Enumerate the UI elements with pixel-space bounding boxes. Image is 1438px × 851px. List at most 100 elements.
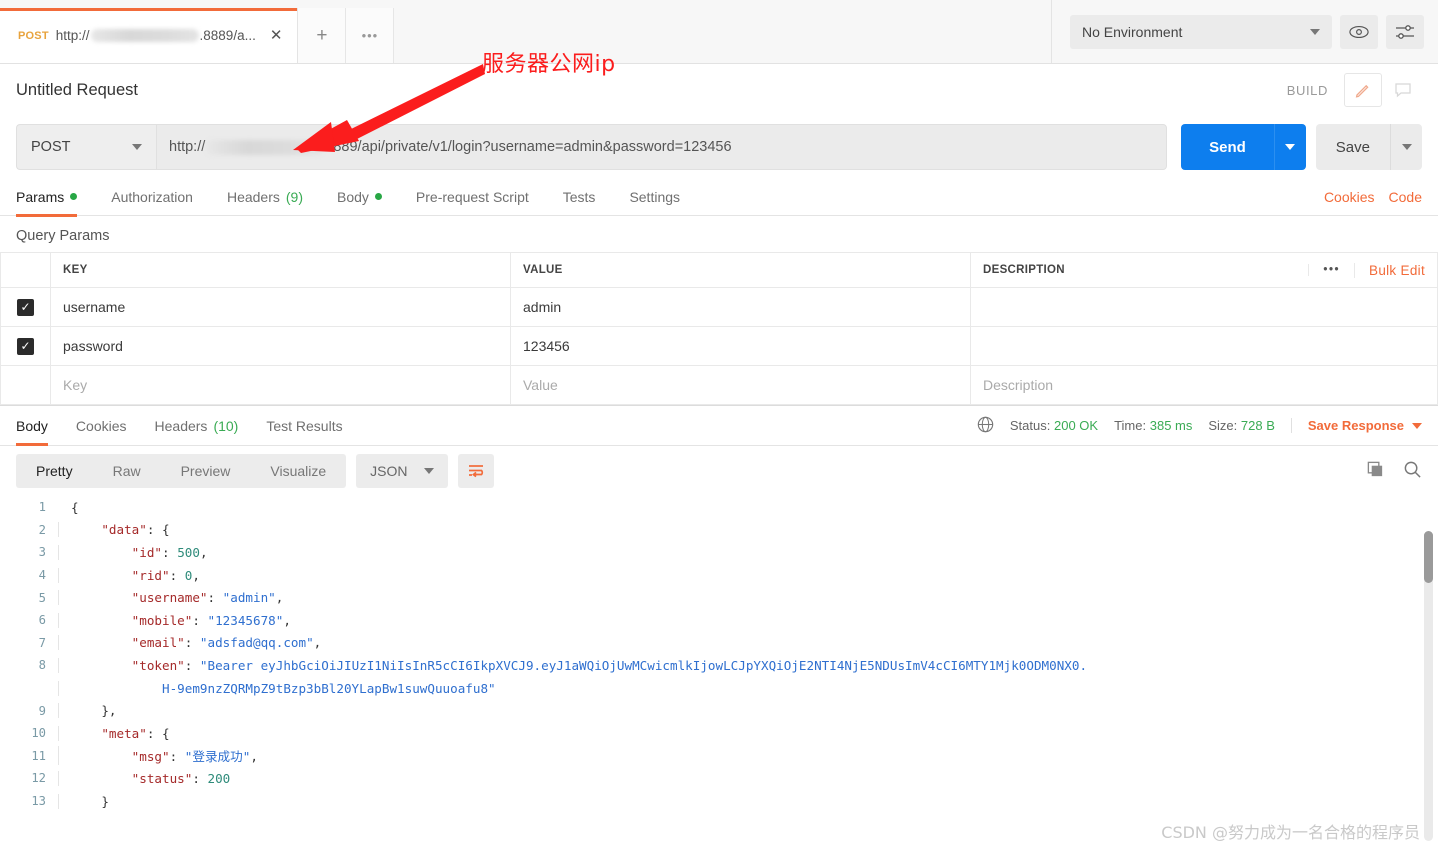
param-key-cell[interactable]: password <box>50 326 511 366</box>
size-value: 728 B <box>1240 418 1275 433</box>
response-tab-test-results[interactable]: Test Results <box>266 407 342 445</box>
eye-icon[interactable] <box>1340 14 1378 49</box>
code-line: 2 "data": { <box>0 519 1438 542</box>
comment-icon[interactable] <box>1384 73 1422 107</box>
response-tab-cookies[interactable]: Cookies <box>76 407 127 445</box>
http-method-selector[interactable]: POST <box>16 124 156 170</box>
save-options-button[interactable] <box>1390 124 1422 170</box>
word-wrap-icon[interactable] <box>457 454 494 488</box>
code-line-content: } <box>58 793 1438 809</box>
close-icon[interactable]: ✕ <box>267 26 286 45</box>
code-line: 10 "meta": { <box>0 722 1438 745</box>
new-param-description-input[interactable]: Description <box>970 365 1438 405</box>
params-modified-dot <box>70 193 78 200</box>
param-description-cell[interactable] <box>970 326 1438 366</box>
row-checkbox-cell[interactable]: ✓ <box>0 287 51 327</box>
row-checkbox-cell-empty[interactable] <box>0 365 51 405</box>
request-tabs-links: Cookies Code <box>1324 189 1422 205</box>
params-options-icon[interactable]: ••• <box>1308 264 1354 276</box>
tab-tests[interactable]: Tests <box>563 178 596 216</box>
tab-settings[interactable]: Settings <box>629 178 680 216</box>
code-line-content: }, <box>58 703 1438 719</box>
bulk-edit-button[interactable]: Bulk Edit <box>1354 262 1425 278</box>
response-body-code[interactable]: 1{2 "data": {3 "id": 500, 4 "rid": 0, 5 "u… <box>0 496 1438 812</box>
param-key-cell[interactable]: username <box>50 287 511 327</box>
code-link[interactable]: Code <box>1389 189 1422 205</box>
send-button[interactable]: Send <box>1181 124 1274 170</box>
active-tab-indicator <box>0 8 298 11</box>
code-line: H-9em9nzZQRMpZ9tBzp3bBl20YLapBw1suwQuuoa… <box>0 677 1438 700</box>
save-button-group: Save <box>1315 124 1422 170</box>
response-tab-test-results-label: Test Results <box>266 417 343 434</box>
code-line-content: "status": 200 <box>58 770 1438 786</box>
table-header-row: KEY VALUE DESCRIPTION ••• Bulk Edit <box>0 252 1438 288</box>
line-number: 12 <box>31 771 46 786</box>
new-param-key-input[interactable]: Key <box>50 365 511 405</box>
line-number: 2 <box>38 522 46 537</box>
row-checkbox-cell[interactable]: ✓ <box>0 326 51 366</box>
send-options-button[interactable] <box>1273 124 1306 170</box>
key-column-header: KEY <box>50 252 511 288</box>
environment-selector[interactable]: No Environment <box>1070 14 1332 49</box>
top-tab-bar: POST http:// .8889/a... ✕ + ••• No Envir… <box>0 0 1438 64</box>
tab-authorization[interactable]: Authorization <box>111 178 193 216</box>
time-label: Time: <box>1114 418 1147 433</box>
code-line: 7 "email": "adsfad@qq.com", <box>0 632 1438 655</box>
chevron-down-icon <box>1412 422 1422 429</box>
body-modified-dot <box>374 193 382 200</box>
view-preview[interactable]: Preview <box>161 454 251 488</box>
code-line-content: "token": "Bearer eyJhbGciOiJIUzI1NiIsInR… <box>58 657 1438 673</box>
new-param-value-input[interactable]: Value <box>510 365 971 405</box>
view-raw[interactable]: Raw <box>93 454 161 488</box>
response-language-selector[interactable]: JSON <box>356 454 448 488</box>
line-number: 9 <box>38 703 46 718</box>
param-value-cell[interactable]: admin <box>510 287 971 327</box>
new-tab-button[interactable]: + <box>298 8 347 63</box>
tab-pre-request-script[interactable]: Pre-request Script <box>416 178 529 216</box>
param-value-cell[interactable]: 123456 <box>510 326 971 366</box>
checkbox-checked-icon[interactable]: ✓ <box>17 298 34 316</box>
save-response-button[interactable]: Save Response <box>1290 418 1422 433</box>
line-number: 1 <box>38 500 46 515</box>
view-visualize[interactable]: Visualize <box>250 454 346 488</box>
cookies-link[interactable]: Cookies <box>1324 189 1375 205</box>
sliders-icon[interactable] <box>1386 14 1424 49</box>
table-row-empty: Key Value Description <box>0 365 1438 405</box>
code-line-content: "rid": 0, <box>58 567 1438 583</box>
response-meta: Status: 200 OK Time: 385 ms Size: 728 B … <box>977 416 1422 436</box>
scrollbar-thumb[interactable] <box>1424 531 1433 583</box>
table-row: ✓ username admin <box>0 287 1438 327</box>
line-number: 5 <box>38 590 46 605</box>
size-label: Size: <box>1208 418 1238 433</box>
chevron-down-icon <box>132 144 142 150</box>
response-scrollbar[interactable] <box>1424 531 1433 841</box>
line-number: 8 <box>38 658 46 673</box>
environment-area: No Environment <box>1051 0 1438 63</box>
copy-icon[interactable] <box>1366 460 1385 482</box>
response-tab-body[interactable]: Body <box>16 407 48 446</box>
value-column-header: VALUE <box>510 252 971 288</box>
tab-options-icon[interactable]: ••• <box>346 8 395 63</box>
request-tab-method: POST <box>18 29 49 42</box>
tab-headers[interactable]: Headers (9) <box>227 178 303 216</box>
time-value: 385 ms <box>1149 418 1193 433</box>
view-pretty[interactable]: Pretty <box>16 454 93 488</box>
param-description-cell[interactable] <box>970 287 1438 327</box>
request-tab-active[interactable]: POST http:// .8889/a... ✕ <box>0 8 299 63</box>
status-label: Status: <box>1009 418 1051 433</box>
response-tab-headers[interactable]: Headers (10) <box>155 407 239 445</box>
tab-headers-count: (9) <box>285 188 303 205</box>
response-tab-headers-label: Headers <box>154 417 208 434</box>
code-line: 8 "token": "Bearer eyJhbGciOiJIUzI1NiIsI… <box>0 654 1438 677</box>
search-icon[interactable] <box>1403 460 1422 482</box>
table-row: ✓ password 123456 <box>0 326 1438 366</box>
checkbox-checked-icon[interactable]: ✓ <box>17 337 34 355</box>
tab-params[interactable]: Params <box>16 178 78 217</box>
code-line-content: H-9em9nzZQRMpZ9tBzp3bBl20YLapBw1suwQuuoa… <box>58 680 1438 696</box>
send-button-group: Send <box>1181 124 1306 170</box>
save-button[interactable]: Save <box>1315 124 1390 170</box>
build-label: BUILD <box>1286 82 1328 98</box>
pencil-icon[interactable] <box>1344 73 1382 107</box>
status-group: Status: 200 OK <box>1010 418 1098 433</box>
tab-body[interactable]: Body <box>337 178 382 216</box>
